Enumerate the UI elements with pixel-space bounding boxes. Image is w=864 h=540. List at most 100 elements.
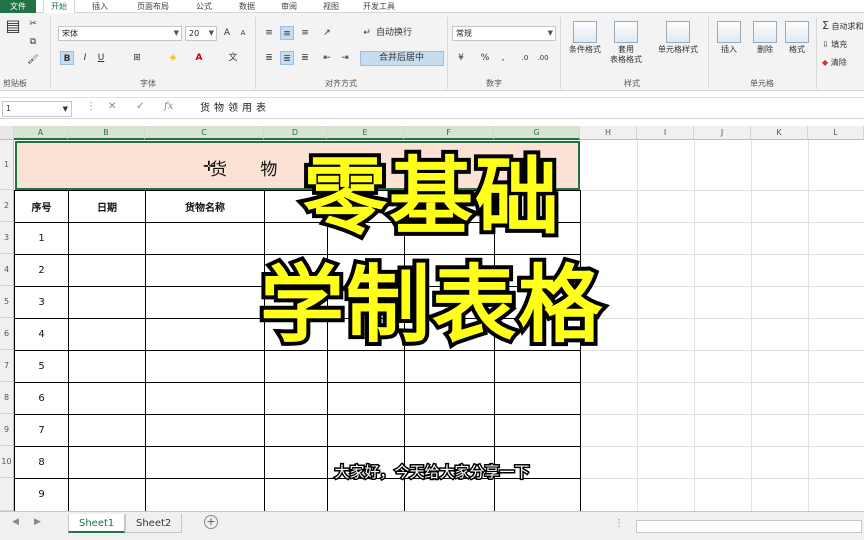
italic-button[interactable]: I [78, 51, 92, 65]
indent-icon[interactable]: ⇤ [320, 51, 334, 65]
phonetic-icon[interactable]: 文 [226, 51, 240, 65]
more-icon: ⋮ [86, 101, 96, 112]
conditional-format-button[interactable]: 条件格式 [564, 21, 606, 55]
row-header[interactable] [0, 478, 14, 511]
tab-view[interactable]: 视图 [315, 0, 347, 13]
insert-cells-button[interactable]: 插入 [712, 21, 746, 55]
group-separator [560, 17, 561, 89]
copy-icon[interactable]: ⧉ [26, 35, 40, 49]
cancel-icon[interactable]: ✕ [108, 101, 116, 112]
table-format-label: 套用 表格格式 [610, 45, 642, 64]
tab-file[interactable]: 文件 [0, 0, 36, 13]
column-header-g[interactable]: G [494, 126, 580, 140]
increase-decimal-icon[interactable]: .0 [518, 51, 532, 65]
tab-home[interactable]: 开始 [43, 0, 75, 14]
tab-developer[interactable]: 开发工具 [357, 0, 401, 13]
increase-font-icon[interactable]: A [220, 26, 234, 40]
font-color-icon[interactable]: A [192, 51, 206, 65]
row-header[interactable]: 7 [0, 350, 14, 382]
formula-input[interactable]: 货物领用表 [200, 101, 270, 117]
paste-icon[interactable]: ▤ [4, 18, 22, 49]
table-format-button[interactable]: 套用 表格格式 [606, 21, 646, 65]
autosum-button[interactable]: Σ 自动求和 [822, 19, 864, 32]
more-options-icon[interactable]: ⋮ [614, 518, 624, 529]
decrease-font-icon[interactable]: A [236, 26, 250, 40]
fill-color-icon[interactable]: ◈ [166, 51, 180, 65]
delete-cells-button[interactable]: 删除 [748, 21, 782, 55]
align-bottom-icon[interactable]: ≡ [298, 26, 312, 40]
tab-data[interactable]: 数据 [231, 0, 263, 13]
orientation-icon[interactable]: ↗ [320, 26, 334, 40]
prev-sheet-icon[interactable]: ◀ [12, 517, 19, 527]
column-header-f[interactable]: F [404, 126, 494, 140]
serial-cell[interactable]: 9 [15, 489, 68, 500]
tab-formulas[interactable]: 公式 [188, 0, 220, 13]
sigma-icon: Σ [822, 19, 829, 32]
column-header-i[interactable]: I [637, 126, 694, 140]
add-sheet-icon[interactable]: + [204, 515, 218, 529]
select-all-corner[interactable] [0, 126, 14, 140]
column-header-d[interactable]: D [264, 126, 327, 140]
tab-insert[interactable]: 插入 [84, 0, 116, 13]
tab-page-layout[interactable]: 页面布局 [125, 0, 181, 13]
bold-button[interactable]: B [60, 51, 74, 65]
align-left-icon[interactable]: ≣ [262, 51, 276, 65]
clear-button[interactable]: ◆ 清除 [822, 57, 847, 68]
serial-cell[interactable]: 5 [15, 361, 68, 372]
align-center-icon[interactable]: ≣ [280, 51, 294, 65]
percent-icon[interactable]: % [478, 51, 492, 65]
column-header-c[interactable]: C [145, 126, 264, 140]
format-cells-button[interactable]: 格式 [782, 21, 812, 55]
wrap-text-icon: ↵ [363, 28, 371, 38]
group-separator [255, 17, 256, 89]
function-icon[interactable]: fx [164, 101, 173, 112]
conditional-format-label: 条件格式 [569, 45, 601, 54]
format-cells-label: 格式 [789, 45, 805, 54]
table-border [14, 254, 581, 255]
cut-icon[interactable]: ✂ [26, 17, 40, 31]
column-header-j[interactable]: J [694, 126, 751, 140]
autosum-label: 自动求和 [831, 22, 864, 31]
row-header[interactable]: 9 [0, 414, 14, 446]
serial-cell[interactable]: 6 [15, 393, 68, 404]
serial-cell[interactable]: 7 [15, 425, 68, 436]
group-separator [708, 17, 709, 89]
fill-label: 填充 [831, 40, 848, 49]
column-header-a[interactable]: A [14, 126, 68, 140]
confirm-icon[interactable]: ✓ [136, 101, 144, 112]
align-middle-icon[interactable]: ≡ [280, 26, 294, 40]
underline-button[interactable]: U [94, 51, 108, 65]
table-border [14, 446, 581, 447]
currency-icon[interactable]: ¥ [454, 51, 468, 65]
column-header-e[interactable]: E [327, 126, 404, 140]
column-header-k[interactable]: K [751, 126, 808, 140]
sheet-tab-sheet2[interactable]: Sheet2 [125, 514, 183, 533]
chevron-down-icon: ▼ [62, 105, 68, 113]
decrease-decimal-icon[interactable]: .00 [536, 51, 550, 65]
name-box[interactable]: 1 ▼ [2, 101, 72, 117]
outdent-icon[interactable]: ⇥ [338, 51, 352, 65]
cell-style-button[interactable]: 单元格样式 [652, 21, 704, 55]
horizontal-scrollbar[interactable] [636, 520, 862, 533]
align-top-icon[interactable]: ≡ [262, 26, 276, 40]
number-format-select[interactable]: 常规 ▼ [452, 26, 556, 41]
column-header-l[interactable]: L [808, 126, 864, 140]
row-header[interactable]: 8 [0, 382, 14, 414]
merge-center-button[interactable]: 合并后居中 [360, 51, 444, 66]
wrap-text-button[interactable]: 自动换行 [376, 26, 412, 40]
chevron-down-icon: ▼ [208, 29, 214, 37]
conditional-format-icon [573, 21, 597, 43]
font-size-select[interactable]: 20 ▼ [185, 26, 217, 41]
sheet-tab-sheet1[interactable]: Sheet1 [68, 514, 126, 533]
align-right-icon[interactable]: ≣ [298, 51, 312, 65]
column-header-h[interactable]: H [580, 126, 637, 140]
border-icon[interactable]: ⊞ [130, 51, 144, 65]
comma-icon[interactable]: , [496, 51, 510, 65]
fill-button[interactable]: ⇩ 填充 [822, 39, 847, 50]
tab-review[interactable]: 审阅 [273, 0, 305, 13]
format-painter-icon[interactable]: 🖌 [26, 53, 40, 67]
number-format-value: 常规 [456, 29, 472, 38]
next-sheet-icon[interactable]: ▶ [34, 517, 41, 527]
font-name-select[interactable]: 宋体 ▼ [58, 26, 182, 41]
column-header-b[interactable]: B [68, 126, 145, 140]
